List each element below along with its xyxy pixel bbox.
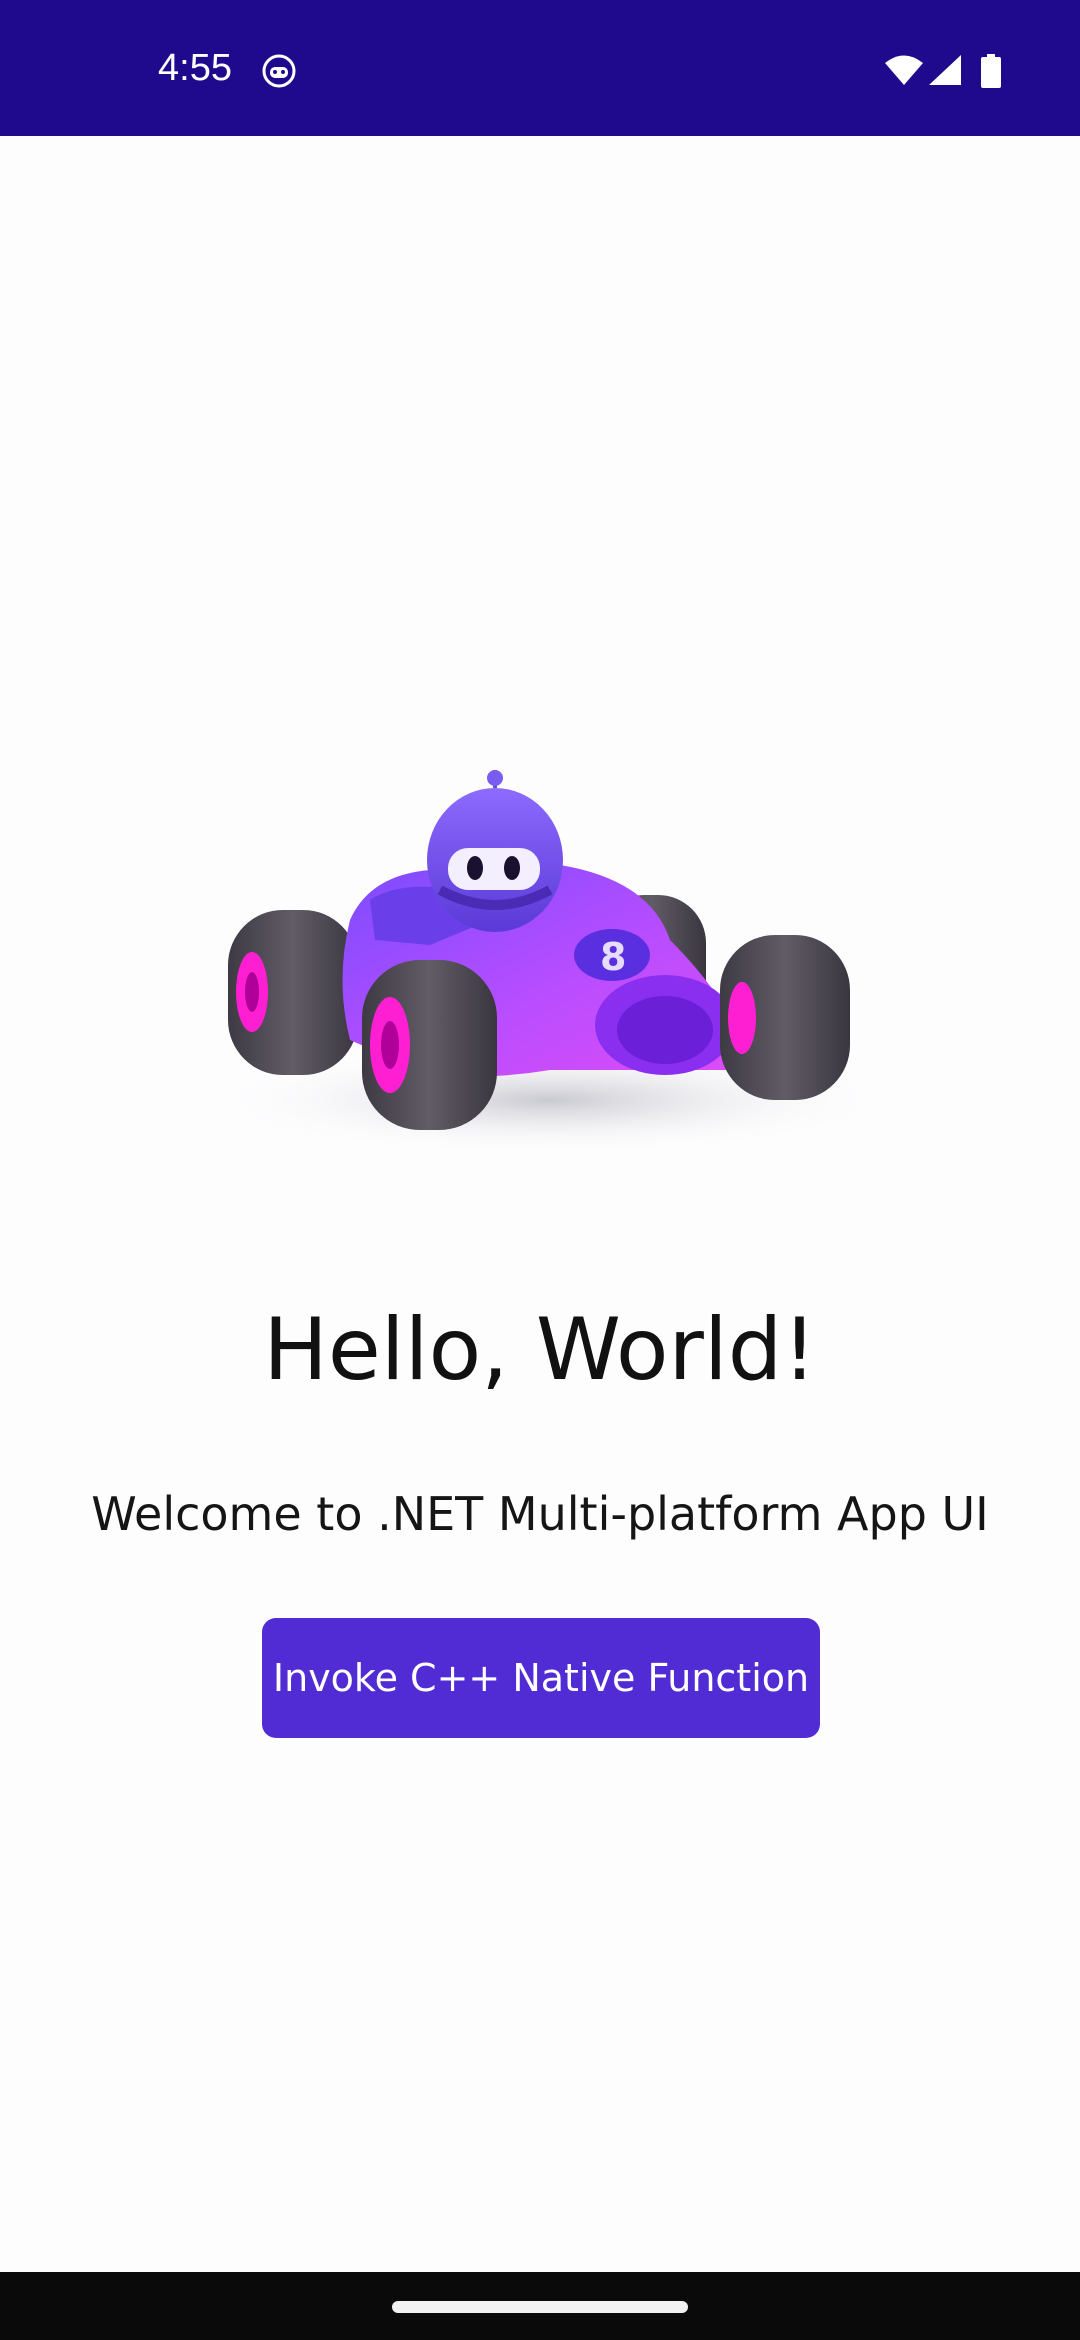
status-time: 4:55 — [158, 47, 232, 89]
greeting-title: Hello, World! — [263, 1300, 817, 1400]
status-bar: 4:55 — [0, 0, 1080, 136]
app-notification-icon — [262, 54, 296, 88]
wifi-icon — [885, 55, 923, 85]
app-screen: 4:55 8 Hello, World! Welcome to .NET Mul… — [0, 0, 1080, 2340]
welcome-subtitle: Welcome to .NET Multi-platform App UI — [91, 1487, 989, 1541]
invoke-native-function-button[interactable]: Invoke C++ Native Function — [262, 1618, 820, 1738]
cell-signal-icon — [929, 55, 961, 85]
svg-text:8: 8 — [600, 935, 626, 979]
race-car-robot-illustration: 8 — [210, 770, 890, 1155]
gesture-home-handle[interactable] — [392, 2301, 688, 2313]
battery-icon — [981, 54, 1001, 88]
